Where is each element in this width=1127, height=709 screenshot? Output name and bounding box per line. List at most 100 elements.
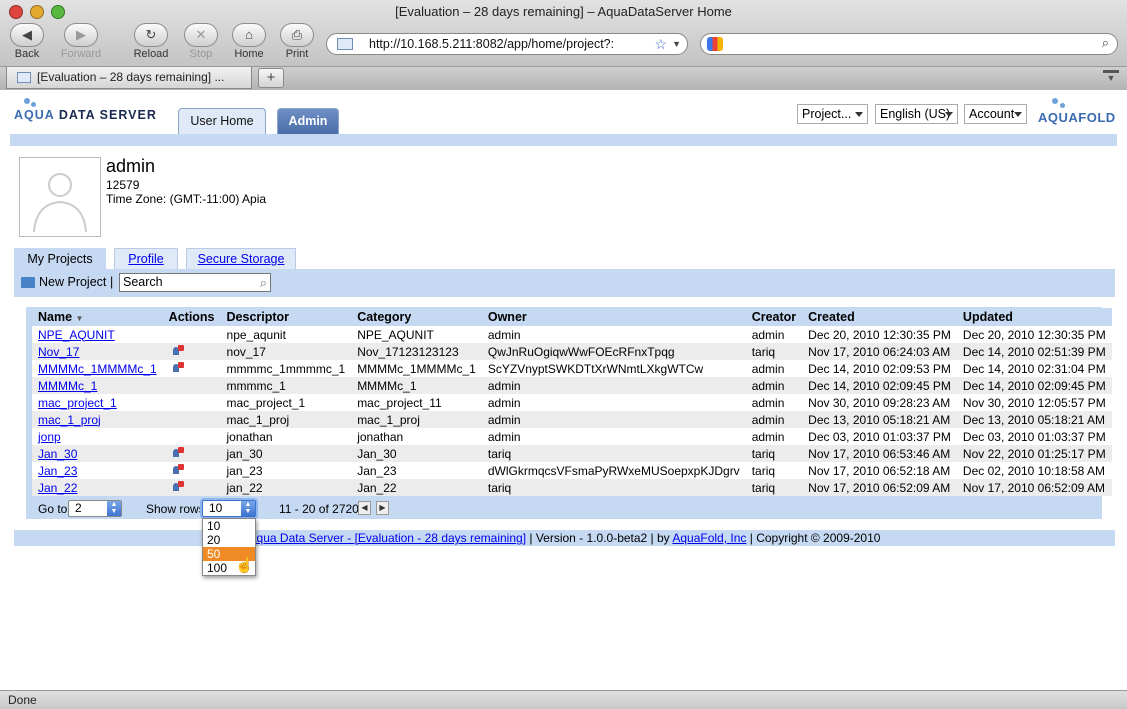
- cell-created: Nov 17, 2010 06:52:18 AM: [802, 462, 957, 479]
- logo-bubbles-icon: [1060, 103, 1065, 108]
- table-row[interactable]: jonp jonathan jonathan admin admin Dec 03, 20…: [32, 428, 1112, 445]
- cell-category: Jan_23: [351, 462, 482, 479]
- cell-descriptor: mac_project_1: [220, 394, 352, 411]
- cell-updated: Nov 30, 2010 12:05:57 PM: [956, 394, 1112, 411]
- tab-overflow-icon[interactable]: ▼: [1103, 70, 1119, 84]
- cell-owner: tariq: [481, 479, 746, 496]
- cell-created: Dec 13, 2010 05:18:21 AM: [802, 411, 957, 428]
- prev-page-button[interactable]: ◀: [358, 501, 371, 515]
- user-name: admin: [106, 156, 156, 176]
- page-icon: [337, 38, 353, 50]
- table-row[interactable]: Nov_17 nov_17 Nov_17123123123 QwJnRuOgiqwWw…: [32, 343, 1112, 360]
- column-header-actions[interactable]: Actions: [162, 308, 221, 326]
- column-header-descriptor[interactable]: Descriptor: [220, 308, 352, 326]
- table-row[interactable]: NPE_AQUNIT npe_aqunit NPE_AQUNIT admin admin…: [32, 326, 1112, 343]
- cell-category: Jan_30: [351, 445, 482, 462]
- stepper-arrows-icon: ▲ ▼: [107, 501, 121, 516]
- project-name-link[interactable]: mac_1_proj: [38, 413, 101, 427]
- column-header-category[interactable]: Category: [351, 308, 482, 326]
- header-divider-bar: [10, 134, 1117, 146]
- cell-created: Nov 30, 2010 09:28:23 AM: [802, 394, 957, 411]
- column-header-owner[interactable]: Owner: [481, 308, 746, 326]
- shared-users-icon[interactable]: [172, 446, 184, 458]
- table-row[interactable]: mac_1_proj mac_1_proj mac_1_proj admin admin…: [32, 411, 1112, 428]
- cell-descriptor: jan_22: [220, 479, 352, 496]
- search-input[interactable]: Search ⌕: [119, 273, 271, 292]
- table-row[interactable]: MMMMc_1 mmmmc_1 MMMMc_1 admin admin Dec 14, 2…: [32, 377, 1112, 394]
- new-tab-button[interactable]: +: [258, 68, 284, 88]
- close-window-icon[interactable]: [9, 5, 23, 19]
- project-name-link[interactable]: NPE_AQUNIT: [38, 328, 115, 342]
- goto-page-select[interactable]: 2 ▲ ▼: [68, 500, 122, 517]
- shared-users-icon[interactable]: [172, 344, 184, 356]
- project-name-link[interactable]: jonp: [38, 430, 61, 444]
- search-engine-bar[interactable]: ⌕: [700, 33, 1118, 55]
- new-project-button[interactable]: New Project: [39, 275, 106, 289]
- table-row[interactable]: mac_project_1 mac_project_1 mac_project_11…: [32, 394, 1112, 411]
- cell-owner: admin: [481, 428, 746, 445]
- page-footer: Aqua Data Server - [Evaluation - 28 days…: [14, 530, 1115, 546]
- project-select[interactable]: Project...: [797, 104, 868, 124]
- column-header-created[interactable]: Created: [802, 308, 957, 326]
- home-button[interactable]: ⌂ Home: [223, 23, 275, 60]
- back-button[interactable]: ◀ Back: [1, 23, 53, 60]
- tab-profile[interactable]: Profile: [114, 248, 178, 269]
- zoom-window-icon[interactable]: [51, 5, 65, 19]
- project-name-link[interactable]: Jan_22: [38, 481, 77, 495]
- toolbar-separator: |: [110, 275, 114, 289]
- project-name-link[interactable]: Jan_30: [38, 447, 77, 461]
- user-timezone: Time Zone: (GMT:-11:00) Apia: [106, 192, 267, 206]
- shared-users-icon[interactable]: [172, 463, 184, 475]
- tab-admin[interactable]: Admin: [277, 108, 339, 134]
- tab-secure-storage[interactable]: Secure Storage: [186, 248, 296, 269]
- language-select[interactable]: English (US): [875, 104, 958, 124]
- back-arrow-icon: ◀: [10, 23, 44, 47]
- cell-category: mac_1_proj: [351, 411, 482, 428]
- table-row[interactable]: Jan_22 jan_22 Jan_22 tariq tariq Nov 17, 2010…: [32, 479, 1112, 496]
- search-icon[interactable]: ⌕: [260, 274, 267, 291]
- cell-created: Dec 14, 2010 02:09:53 PM: [802, 360, 957, 377]
- column-header-creator[interactable]: Creator: [745, 308, 803, 326]
- shared-users-icon[interactable]: [172, 361, 184, 373]
- home-icon: ⌂: [232, 23, 266, 47]
- search-magnifier-icon[interactable]: ⌕: [1102, 35, 1109, 51]
- print-button[interactable]: ⎙ Print: [271, 23, 323, 60]
- next-page-button[interactable]: ▶: [376, 501, 389, 515]
- reload-button[interactable]: ↻ Reload: [125, 23, 177, 60]
- forward-button[interactable]: ▶ Forward: [55, 23, 107, 60]
- cell-owner: QwJnRuOgiqwWwFOEcRFnxTpqg: [481, 343, 746, 360]
- dropdown-option-10[interactable]: 10: [203, 519, 255, 533]
- product-link[interactable]: Aqua Data Server - [Evaluation - 28 days…: [249, 531, 526, 545]
- cell-created: Nov 17, 2010 06:24:03 AM: [802, 343, 957, 360]
- stop-button[interactable]: ✕ Stop: [175, 23, 227, 60]
- project-name-link[interactable]: MMMMc_1: [38, 379, 97, 393]
- project-name-link[interactable]: MMMMc_1MMMMc_1: [38, 362, 157, 376]
- address-bar[interactable]: http://10.168.5.211:8082/app/home/projec…: [326, 33, 688, 55]
- minimize-window-icon[interactable]: [30, 5, 44, 19]
- page-range: 11 - 20 of 2720: [279, 502, 359, 516]
- browser-tab-active[interactable]: [Evaluation – 28 days remaining] ...: [6, 67, 252, 89]
- project-name-link[interactable]: Jan_23: [38, 464, 77, 478]
- cell-category: MMMMc_1: [351, 377, 482, 394]
- cell-creator: admin: [745, 411, 803, 428]
- account-select[interactable]: Account: [964, 104, 1027, 124]
- shared-users-icon[interactable]: [172, 480, 184, 492]
- table-row[interactable]: Jan_30 jan_30 Jan_30 tariq tariq Nov 17, 2010…: [32, 445, 1112, 462]
- project-name-link[interactable]: Nov_17: [38, 345, 79, 359]
- tab-my-projects[interactable]: My Projects: [14, 248, 106, 269]
- show-rows-select[interactable]: 10 ▲ ▼: [202, 500, 256, 517]
- url-dropdown-icon[interactable]: ▼: [672, 34, 681, 54]
- user-id: 12579: [106, 178, 140, 192]
- dropdown-option-20[interactable]: 20: [203, 533, 255, 547]
- cell-updated: Dec 14, 2010 02:31:04 PM: [956, 360, 1112, 377]
- project-name-link[interactable]: mac_project_1: [38, 396, 117, 410]
- tab-user-home[interactable]: User Home: [178, 108, 266, 134]
- cell-category: NPE_AQUNIT: [351, 326, 482, 343]
- column-header-updated[interactable]: Updated: [956, 308, 1112, 326]
- bookmark-star-icon[interactable]: ☆: [654, 34, 667, 54]
- column-header-name[interactable]: Name ▼: [32, 308, 163, 326]
- table-row[interactable]: MMMMc_1MMMMc_1 mmmmc_1mmmmc_1 MMMMc_1MMMMc…: [32, 360, 1112, 377]
- company-link[interactable]: AquaFold, Inc: [672, 531, 746, 545]
- cell-descriptor: jan_30: [220, 445, 352, 462]
- table-row[interactable]: Jan_23 jan_23 Jan_23 dWlGkrmqcsVFsmaPyRWxeM…: [32, 462, 1112, 479]
